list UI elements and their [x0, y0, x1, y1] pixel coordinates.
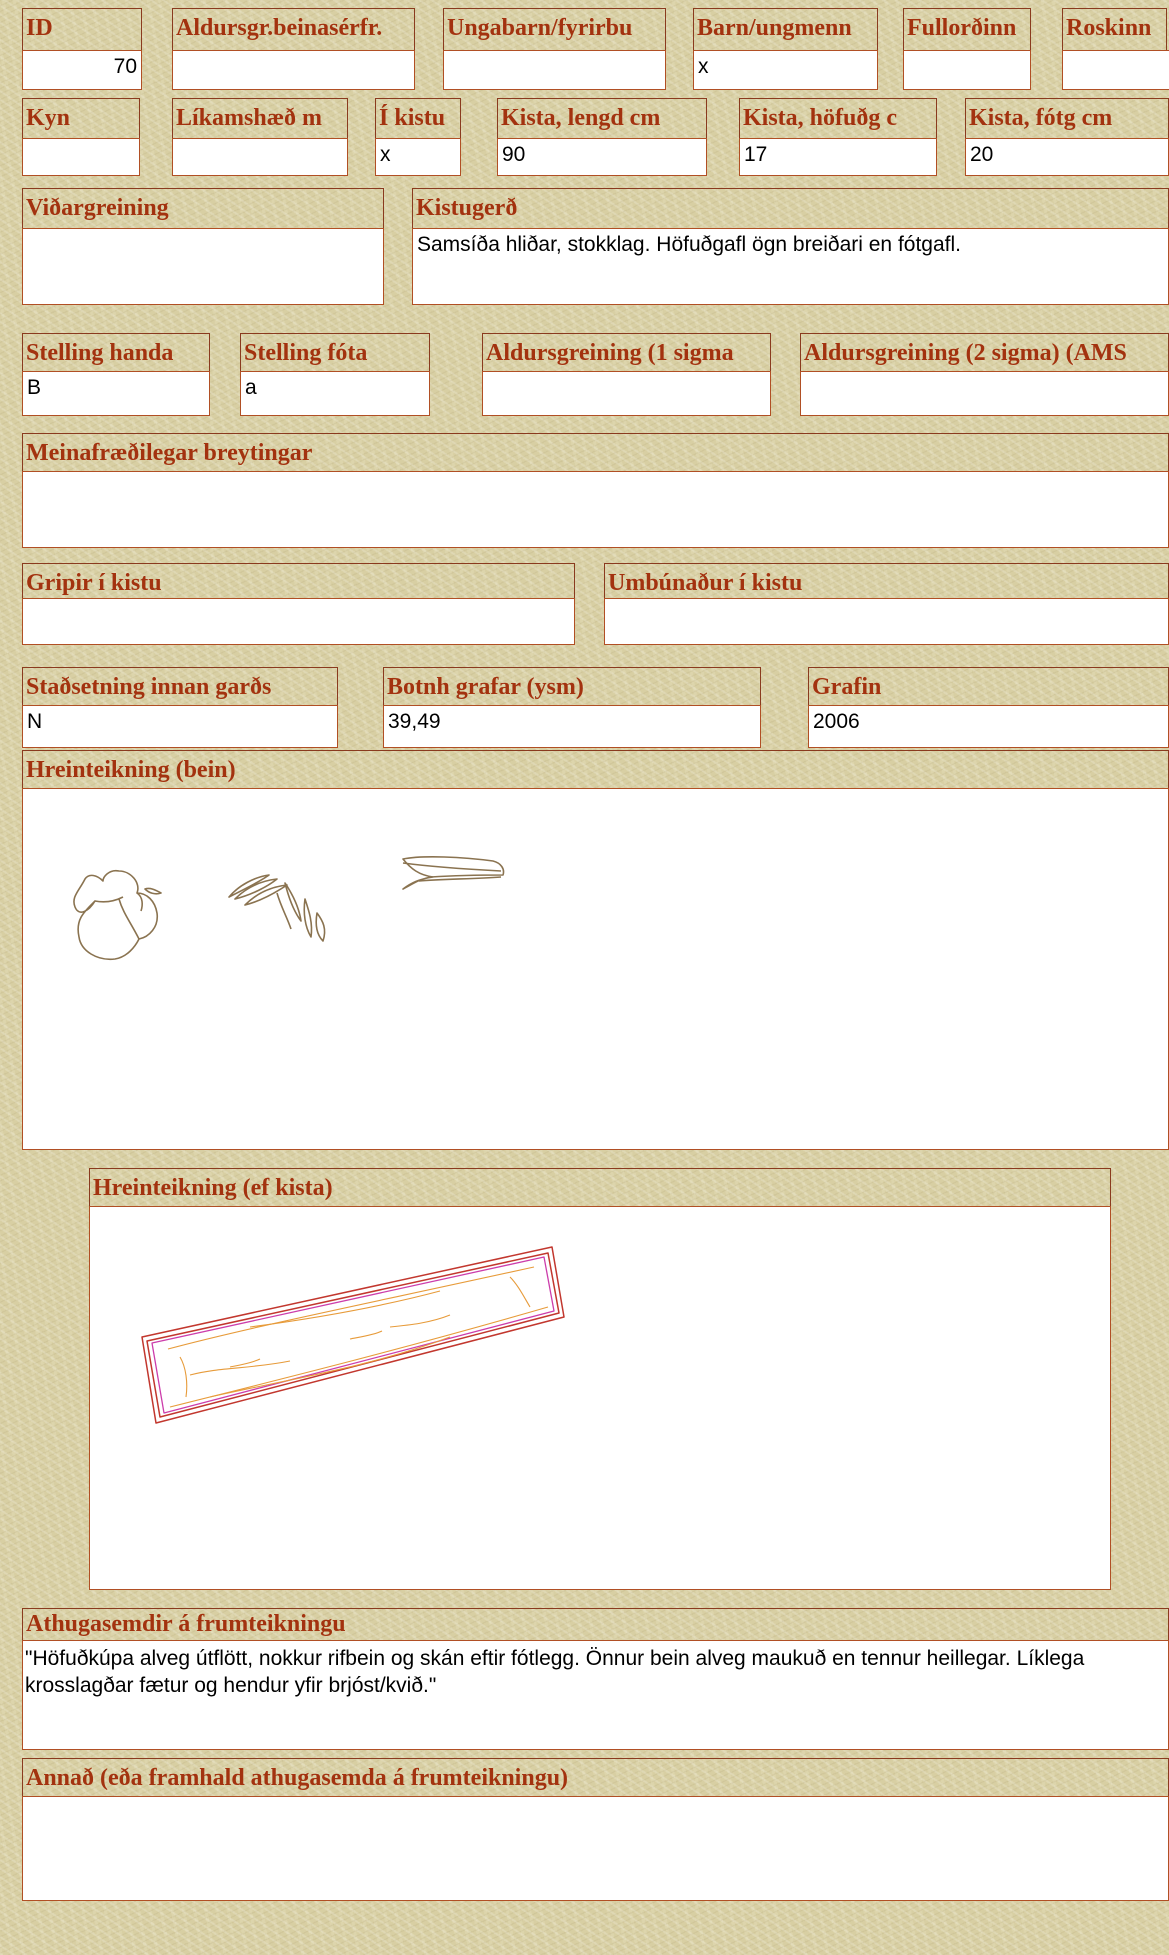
stadsetning-label: Staðsetning innan garðs — [22, 667, 338, 705]
bone-drawing — [73, 856, 505, 961]
skull-shape — [73, 869, 159, 961]
roskinn-input[interactable] — [1062, 50, 1169, 90]
aldurs2-input[interactable] — [800, 371, 1169, 416]
kista-fotg-input[interactable]: 20 — [965, 138, 1169, 176]
stelling-fota-label: Stelling fóta — [240, 333, 430, 371]
ungabarn-input[interactable] — [443, 50, 666, 90]
aldurs1-input[interactable] — [482, 371, 771, 416]
kista-fotg-label: Kista, fótg cm — [965, 98, 1169, 138]
roskinn-label: Roskinn — [1062, 8, 1167, 50]
kyn-label: Kyn — [22, 98, 140, 138]
umbunadur-label: Umbúnaður í kistu — [604, 563, 1169, 598]
stelling-handa-label: Stelling handa — [22, 333, 210, 371]
kista-lengd-input[interactable]: 90 — [497, 138, 707, 176]
aldursgr-label: Aldursgr.beinasérfr. — [172, 8, 415, 50]
ungabarn-label: Ungabarn/fyrirbu — [443, 8, 666, 50]
stelling-fota-input[interactable]: a — [240, 371, 430, 416]
annad-input[interactable] — [22, 1796, 1169, 1901]
aldursgr-input[interactable] — [172, 50, 415, 90]
grafin-label: Grafin — [808, 667, 1169, 705]
coffin-outline-outer — [141, 1246, 565, 1424]
barn-label: Barn/ungmenn — [693, 8, 878, 50]
hrein-kista-drawing — [89, 1206, 1111, 1590]
botnh-label: Botnh grafar (ysm) — [383, 667, 761, 705]
vidargreining-input[interactable] — [22, 228, 384, 305]
botnh-input[interactable]: 39,49 — [383, 705, 761, 748]
kista-hofud-label: Kista, höfuðg c — [739, 98, 937, 138]
fullordinn-input[interactable] — [903, 50, 1031, 90]
gripir-input[interactable] — [22, 598, 575, 645]
hrein-bein-label: Hreinteikning (bein) — [22, 750, 1169, 788]
fullordinn-label: Fullorðinn — [903, 8, 1031, 50]
gripir-label: Gripir í kistu — [22, 563, 575, 598]
kistugerd-input[interactable]: Samsíða hliðar, stokklag. Höfuðgafl ögn … — [412, 228, 1169, 305]
leg-bone-shape — [402, 856, 505, 890]
kistugerd-label: Kistugerð — [412, 188, 1169, 228]
kista-lengd-label: Kista, lengd cm — [497, 98, 707, 138]
id-input[interactable]: 70 — [22, 50, 142, 90]
annad-label: Annað (eða framhald athugasemda á frumte… — [22, 1758, 1169, 1796]
meina-label: Meinafræðilegar breytingar — [22, 433, 1169, 471]
athugasemdir-input[interactable]: "Höfuðkúpa alveg útflött, nokkur rifbein… — [22, 1640, 1169, 1750]
athugasemdir-label: Athugasemdir á frumteikningu — [22, 1608, 1169, 1640]
coffin-drawing — [141, 1246, 565, 1424]
aldurs2-label: Aldursgreining (2 sigma) (AMS — [800, 333, 1169, 371]
hrein-bein-drawing — [22, 788, 1169, 1150]
umbunadur-input[interactable] — [604, 598, 1169, 645]
stadsetning-input[interactable]: N — [22, 705, 338, 748]
meina-input[interactable] — [22, 471, 1169, 548]
i-kistu-input[interactable]: x — [375, 138, 461, 176]
page: { "row1": { "id": {"label": "ID", "value… — [0, 0, 1169, 1955]
kista-hofud-input[interactable]: 17 — [739, 138, 937, 176]
stelling-handa-input[interactable]: B — [22, 371, 210, 416]
vidargreining-label: Viðargreining — [22, 188, 384, 228]
barn-input[interactable]: x — [693, 50, 878, 90]
id-label: ID — [22, 8, 142, 50]
grafin-input[interactable]: 2006 — [808, 705, 1169, 748]
hrein-kista-label: Hreinteikning (ef kista) — [89, 1168, 1111, 1206]
likamshaed-label: Líkamshæð m — [172, 98, 348, 138]
i-kistu-label: Í kistu — [375, 98, 461, 138]
kyn-input[interactable] — [22, 138, 140, 176]
aldurs1-label: Aldursgreining (1 sigma — [482, 333, 771, 371]
rib-shape — [228, 874, 270, 898]
likamshaed-input[interactable] — [172, 138, 348, 176]
